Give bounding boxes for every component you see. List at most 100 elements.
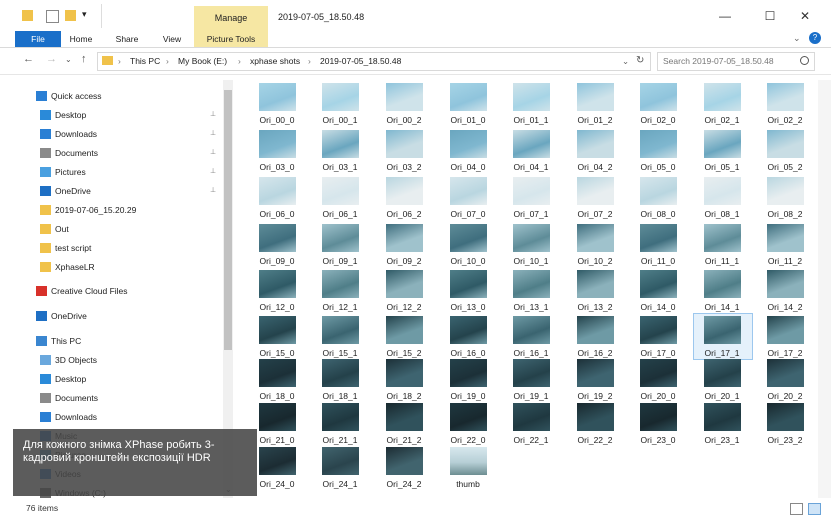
file-thumbnail[interactable] bbox=[577, 224, 614, 252]
file-thumbnail[interactable] bbox=[704, 359, 741, 387]
minimize-button[interactable]: — bbox=[710, 6, 740, 26]
pin-icon[interactable]: ⊥ bbox=[210, 167, 216, 175]
ribbon-collapse-icon[interactable]: ⌄ bbox=[793, 33, 801, 44]
file-name[interactable]: Ori_08_1 bbox=[692, 209, 752, 219]
breadcrumb-this-pc[interactable]: This PC bbox=[130, 56, 160, 66]
file-name[interactable]: Ori_00_1 bbox=[310, 115, 370, 125]
file-name[interactable]: thumb bbox=[438, 479, 498, 489]
file-name[interactable]: Ori_10_0 bbox=[438, 256, 498, 266]
file-name[interactable]: Ori_02_0 bbox=[628, 115, 688, 125]
file-name[interactable]: Ori_10_2 bbox=[565, 256, 625, 266]
refresh-icon[interactable]: ↻ bbox=[636, 55, 644, 66]
file-name[interactable]: Ori_04_0 bbox=[438, 162, 498, 172]
file-thumbnail[interactable] bbox=[450, 130, 487, 158]
file-thumbnail[interactable] bbox=[704, 177, 741, 205]
file-thumbnail[interactable] bbox=[386, 316, 423, 344]
file-name[interactable]: Ori_16_2 bbox=[565, 348, 625, 358]
file-name[interactable]: Ori_24_2 bbox=[374, 479, 434, 489]
file-name[interactable]: Ori_02_1 bbox=[692, 115, 752, 125]
file-name[interactable]: Ori_23_1 bbox=[692, 435, 752, 445]
file-thumbnail[interactable] bbox=[704, 316, 741, 344]
file-name[interactable]: Ori_23_2 bbox=[755, 435, 815, 445]
file-thumbnail[interactable] bbox=[640, 403, 677, 431]
pin-icon[interactable]: ⊥ bbox=[210, 186, 216, 194]
file-thumbnail[interactable] bbox=[577, 177, 614, 205]
file-thumbnail[interactable] bbox=[704, 83, 741, 111]
file-thumbnail[interactable] bbox=[450, 359, 487, 387]
content-scrollbar[interactable] bbox=[818, 80, 831, 498]
file-thumbnail[interactable] bbox=[386, 403, 423, 431]
file-thumbnail[interactable] bbox=[577, 270, 614, 298]
file-name[interactable]: Ori_06_1 bbox=[310, 209, 370, 219]
file-thumbnail[interactable] bbox=[513, 130, 550, 158]
file-name[interactable]: Ori_18_1 bbox=[310, 391, 370, 401]
tab-file[interactable]: File bbox=[15, 31, 61, 47]
file-name[interactable]: Ori_11_0 bbox=[628, 256, 688, 266]
file-name[interactable]: Ori_06_2 bbox=[374, 209, 434, 219]
file-thumbnail[interactable] bbox=[386, 270, 423, 298]
file-name[interactable]: Ori_03_2 bbox=[374, 162, 434, 172]
file-name[interactable]: Ori_14_0 bbox=[628, 302, 688, 312]
file-name[interactable]: Ori_08_2 bbox=[755, 209, 815, 219]
file-name[interactable]: Ori_05_0 bbox=[628, 162, 688, 172]
file-thumbnail[interactable] bbox=[322, 130, 359, 158]
file-thumbnail[interactable] bbox=[450, 224, 487, 252]
file-name[interactable]: Ori_07_2 bbox=[565, 209, 625, 219]
file-name[interactable]: Ori_04_1 bbox=[501, 162, 561, 172]
file-name[interactable]: Ori_11_2 bbox=[755, 256, 815, 266]
tab-picture-tools[interactable]: Picture Tools bbox=[194, 31, 268, 47]
file-thumbnail[interactable] bbox=[704, 270, 741, 298]
file-thumbnail[interactable] bbox=[767, 130, 804, 158]
file-thumbnail[interactable] bbox=[640, 270, 677, 298]
file-name[interactable]: Ori_13_2 bbox=[565, 302, 625, 312]
file-thumbnail[interactable] bbox=[450, 177, 487, 205]
file-thumbnail[interactable] bbox=[577, 359, 614, 387]
file-thumbnail[interactable] bbox=[322, 177, 359, 205]
details-view-icon[interactable] bbox=[790, 503, 803, 515]
file-thumbnail[interactable] bbox=[577, 130, 614, 158]
up-button[interactable]: ↑ bbox=[81, 53, 87, 65]
folder-icon[interactable] bbox=[22, 10, 33, 21]
file-name[interactable]: Ori_15_0 bbox=[247, 348, 307, 358]
file-name[interactable]: Ori_13_0 bbox=[438, 302, 498, 312]
address-dropdown-icon[interactable]: ⌄ bbox=[622, 56, 629, 67]
file-thumbnail[interactable] bbox=[640, 83, 677, 111]
file-thumbnail[interactable] bbox=[259, 177, 296, 205]
file-thumbnail[interactable] bbox=[767, 403, 804, 431]
file-name[interactable]: Ori_03_1 bbox=[310, 162, 370, 172]
large-icons-view-icon[interactable] bbox=[808, 503, 821, 515]
pin-icon[interactable]: ⊥ bbox=[210, 148, 216, 156]
file-thumbnail[interactable] bbox=[259, 316, 296, 344]
file-thumbnail[interactable] bbox=[767, 270, 804, 298]
file-name[interactable]: Ori_03_0 bbox=[247, 162, 307, 172]
file-name[interactable]: Ori_17_2 bbox=[755, 348, 815, 358]
file-thumbnail[interactable] bbox=[322, 83, 359, 111]
address-box[interactable]: › This PC › My Book (E:) › xphase shots … bbox=[97, 52, 651, 71]
file-name[interactable]: Ori_21_2 bbox=[374, 435, 434, 445]
file-thumbnail[interactable] bbox=[386, 130, 423, 158]
file-name[interactable]: Ori_15_1 bbox=[310, 348, 370, 358]
file-thumbnail[interactable] bbox=[577, 403, 614, 431]
file-name[interactable]: Ori_06_0 bbox=[247, 209, 307, 219]
file-name[interactable]: Ori_01_0 bbox=[438, 115, 498, 125]
file-thumbnail[interactable] bbox=[767, 83, 804, 111]
file-thumbnail[interactable] bbox=[450, 403, 487, 431]
file-thumbnail[interactable] bbox=[386, 177, 423, 205]
file-thumbnail[interactable] bbox=[704, 403, 741, 431]
file-thumbnail[interactable] bbox=[450, 83, 487, 111]
tab-view[interactable]: View bbox=[152, 31, 192, 47]
pin-icon[interactable]: ⊥ bbox=[210, 110, 216, 118]
file-name[interactable]: Ori_13_1 bbox=[501, 302, 561, 312]
file-name[interactable]: Ori_10_1 bbox=[501, 256, 561, 266]
file-name[interactable]: Ori_12_1 bbox=[310, 302, 370, 312]
file-name[interactable]: Ori_00_0 bbox=[247, 115, 307, 125]
file-name[interactable]: Ori_14_2 bbox=[755, 302, 815, 312]
file-thumbnail[interactable] bbox=[322, 224, 359, 252]
file-thumbnail[interactable] bbox=[450, 316, 487, 344]
file-name[interactable]: Ori_02_2 bbox=[755, 115, 815, 125]
file-thumbnail[interactable] bbox=[322, 403, 359, 431]
file-thumbnail[interactable] bbox=[386, 83, 423, 111]
manage-tab[interactable]: Manage bbox=[194, 6, 268, 31]
breadcrumb-current-folder[interactable]: 2019-07-05_18.50.48 bbox=[320, 56, 401, 66]
file-name[interactable]: Ori_14_1 bbox=[692, 302, 752, 312]
